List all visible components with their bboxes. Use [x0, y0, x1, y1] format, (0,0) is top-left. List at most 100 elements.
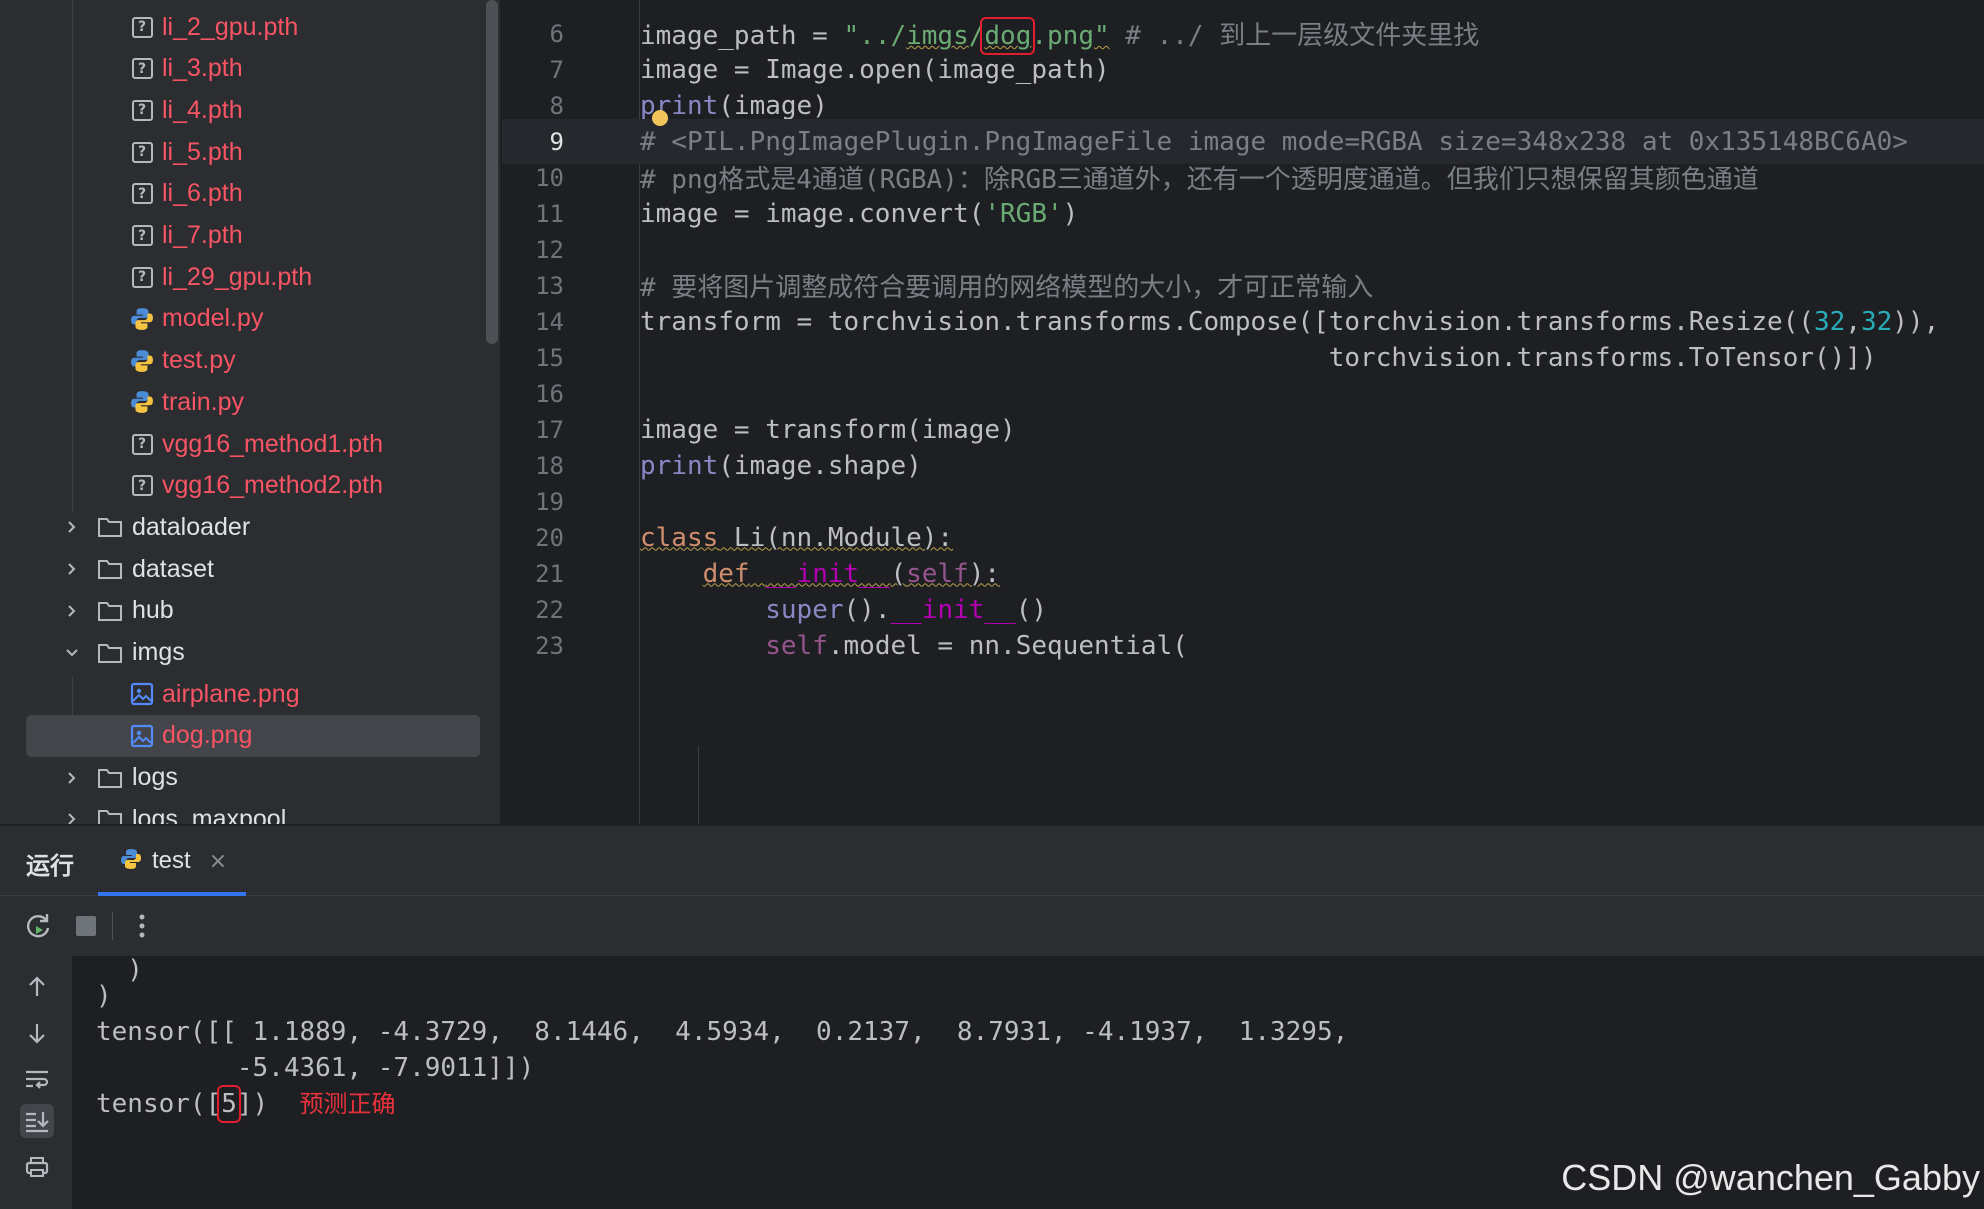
- code-text: class Li(nn.Module):: [640, 523, 953, 553]
- more-options-icon[interactable]: [126, 910, 158, 942]
- tree-item-label: airplane.png: [162, 679, 300, 708]
- tree-item-label: li_4.pth: [162, 95, 243, 124]
- scroll-to-end-icon[interactable]: [20, 1104, 54, 1138]
- tree-item-label: logs: [132, 763, 178, 792]
- code-token: image = Image.open(image_path): [640, 54, 1110, 85]
- chevron-right-icon[interactable]: [62, 809, 82, 824]
- code-editor[interactable]: 6 image_path = "../imgs/dog.png" # ../ 到上…: [502, 0, 1984, 824]
- tree-file[interactable]: ? li_4.pth: [0, 89, 500, 131]
- line-number: 14: [535, 307, 564, 336]
- code-token: (image.shape): [718, 450, 922, 481]
- tree-folder[interactable]: dataloader: [0, 506, 500, 548]
- run-panel-title: 运行: [26, 852, 74, 880]
- unknown-file-icon: ?: [130, 15, 154, 39]
- scroll-down-icon[interactable]: [20, 1016, 54, 1050]
- tree-item-label: li_6.pth: [162, 179, 243, 208]
- code-token: .model = nn.Sequential(: [827, 630, 1188, 661]
- console-text: ]): [236, 1089, 269, 1119]
- tree-file[interactable]: airplane.png: [0, 673, 500, 715]
- code-text: image = transform(image): [640, 415, 1016, 445]
- soft-wrap-icon[interactable]: [20, 1062, 54, 1096]
- python-icon: [130, 390, 154, 414]
- code-token: image = image.convert(: [640, 198, 985, 229]
- code-text: torchvision.transforms.ToTensor()]): [640, 343, 1877, 373]
- tree-item-label: li_2_gpu.pth: [162, 12, 299, 41]
- code-text: transform = torchvision.transforms.Compo…: [640, 307, 1939, 337]
- tab-test[interactable]: test ×: [98, 826, 246, 896]
- close-icon[interactable]: ×: [209, 849, 227, 874]
- tree-file[interactable]: test.py: [0, 340, 500, 382]
- console-text: tensor([: [96, 1089, 222, 1119]
- tree-folder[interactable]: imgs: [0, 632, 500, 674]
- line-number: 8: [549, 91, 564, 120]
- tree-file[interactable]: train.py: [0, 381, 500, 423]
- code-text: print(image): [640, 91, 828, 121]
- tree-item-label: dataset: [132, 554, 215, 583]
- line-number: 16: [535, 379, 564, 408]
- tree-file[interactable]: ? li_2_gpu.pth: [0, 6, 500, 48]
- tree-item-label: dog.png: [162, 721, 253, 750]
- tree-folder[interactable]: hub: [0, 590, 500, 632]
- tree-file[interactable]: model.py: [0, 298, 500, 340]
- line-number: 11: [535, 199, 564, 228]
- code-token: (image): [718, 90, 828, 121]
- chevron-right-icon[interactable]: [62, 559, 82, 579]
- line-number: 7: [549, 55, 564, 84]
- code-line[interactable]: 23 self.model = nn.Sequential(: [502, 623, 1984, 668]
- unknown-file-icon: ?: [130, 57, 154, 81]
- print-icon[interactable]: [20, 1150, 54, 1184]
- code-text: print(image.shape): [640, 451, 922, 481]
- chevron-right-icon[interactable]: [62, 768, 82, 788]
- tree-folder[interactable]: logs_maxpool: [0, 798, 500, 824]
- code-token: transform = torchvision.transforms.Compo…: [640, 306, 1814, 337]
- tree-file[interactable]: ? li_6.pth: [0, 173, 500, 215]
- code-token: self: [765, 630, 828, 661]
- python-icon: [130, 307, 154, 331]
- indent-guide: [698, 746, 699, 824]
- watermark: CSDN @wanchen_Gabby: [1561, 1157, 1980, 1198]
- code-token: print: [640, 450, 719, 481]
- unknown-file-icon: ?: [130, 98, 154, 122]
- code-text: image = Image.open(image_path): [640, 55, 1110, 85]
- code-token: class: [640, 522, 719, 553]
- code-token: 'RGB': [984, 198, 1063, 229]
- line-number: 18: [535, 451, 564, 480]
- tree-folder[interactable]: logs: [0, 757, 500, 799]
- chevron-right-icon[interactable]: [62, 601, 82, 621]
- run-toolbar: [0, 896, 1984, 956]
- lightbulb-icon[interactable]: [652, 110, 668, 126]
- code-text: super().__init__(): [640, 595, 1047, 625]
- image-file-icon: [130, 682, 154, 706]
- tree-item-label: li_5.pth: [162, 137, 243, 166]
- unknown-file-icon: ?: [130, 474, 154, 498]
- tree-scrollbar[interactable]: [486, 0, 498, 344]
- tree-file[interactable]: ? li_5.pth: [0, 131, 500, 173]
- folder-icon: [96, 515, 124, 539]
- line-number: 9: [549, 127, 564, 156]
- code-token: 32: [1860, 306, 1893, 337]
- scroll-up-icon[interactable]: [20, 970, 54, 1004]
- tree-file[interactable]: ? li_3.pth: [0, 48, 500, 90]
- tree-file[interactable]: ? li_29_gpu.pth: [0, 256, 500, 298]
- code-token: super: [765, 594, 844, 625]
- tree-folder[interactable]: dataset: [0, 548, 500, 590]
- code-token: ): [1062, 198, 1079, 229]
- folder-icon: [96, 557, 124, 581]
- run-panel-header: 运行 test ×: [0, 826, 1984, 896]
- line-number: 22: [535, 595, 564, 624]
- chevron-right-icon[interactable]: [62, 517, 82, 537]
- stop-icon[interactable]: [70, 910, 102, 942]
- tree-file[interactable]: ? vgg16_method1.pth: [0, 423, 500, 465]
- code-token: ):: [968, 558, 1001, 589]
- tree-file[interactable]: ? vgg16_method2.pth: [0, 465, 500, 507]
- run-panel: 运行 test ×)) tensor([[1.1889, -4.3729,…: [0, 826, 1984, 1209]
- chevron-down-icon[interactable]: [62, 643, 82, 663]
- rerun-icon[interactable]: [22, 910, 54, 942]
- folder-icon: [96, 599, 124, 623]
- tree-file[interactable]: ? li_7.pth: [0, 215, 500, 257]
- line-number: 13: [535, 271, 564, 300]
- line-number: 21: [535, 559, 564, 588]
- line-number: 19: [535, 487, 564, 516]
- tree-file[interactable]: dog.png: [0, 714, 500, 757]
